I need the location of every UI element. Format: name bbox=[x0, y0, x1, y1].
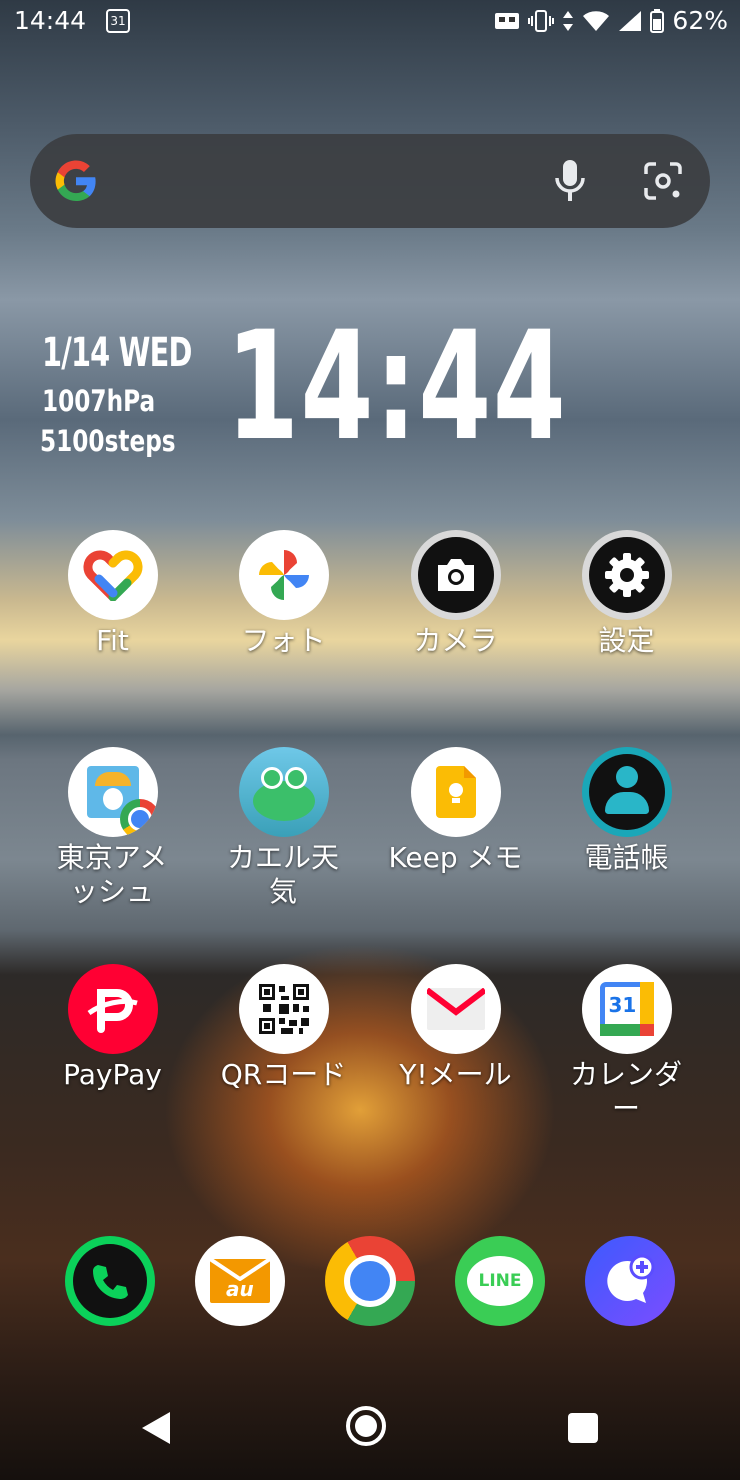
recents-button[interactable] bbox=[568, 1413, 598, 1443]
app-label: Keep メモ bbox=[388, 841, 523, 874]
widget-clock[interactable]: 14:44 bbox=[226, 312, 567, 462]
mic-icon[interactable] bbox=[548, 158, 592, 204]
app-kaeru-weather[interactable]: カエル天気 bbox=[198, 747, 369, 909]
app-label: Y!メール bbox=[399, 1058, 512, 1091]
keep-icon bbox=[410, 747, 501, 837]
cast-icon bbox=[495, 12, 520, 29]
calendar-icon: 31 bbox=[581, 964, 672, 1054]
app-label: フォト bbox=[241, 624, 326, 657]
widget-steps: 5100steps bbox=[40, 424, 176, 458]
app-label: QRコード bbox=[220, 1058, 347, 1091]
wifi-icon bbox=[583, 10, 610, 31]
app-contacts[interactable]: 電話帳 bbox=[541, 747, 712, 875]
home-button[interactable] bbox=[346, 1406, 386, 1446]
status-time: 14:44 bbox=[14, 6, 87, 35]
app-camera[interactable]: カメラ bbox=[370, 530, 541, 658]
app-label: PayPay bbox=[63, 1058, 162, 1091]
chrome-badge-icon bbox=[119, 799, 158, 837]
battery-percent: 62% bbox=[672, 6, 728, 35]
frog-icon bbox=[238, 747, 329, 837]
calendar-notification-icon: 31 bbox=[106, 9, 130, 33]
signal-icon bbox=[619, 10, 642, 31]
app-label: 電話帳 bbox=[584, 841, 669, 874]
app-tokyo-amesh[interactable]: 東京アメッシュ bbox=[27, 747, 198, 909]
paypay-icon bbox=[67, 964, 158, 1054]
status-icons: 62% bbox=[494, 6, 728, 35]
widget-pressure: 1007hPa bbox=[42, 384, 156, 418]
battery-icon bbox=[650, 8, 665, 33]
back-icon[interactable] bbox=[140, 1410, 174, 1446]
contacts-icon bbox=[581, 747, 672, 837]
qr-code-icon bbox=[238, 964, 329, 1054]
calendar-day: 31 bbox=[608, 993, 637, 1017]
dock-phone[interactable] bbox=[65, 1236, 155, 1326]
app-label: カメラ bbox=[413, 624, 498, 657]
app-label: Fit bbox=[96, 624, 129, 657]
app-label: カレンダー bbox=[569, 1058, 682, 1125]
photos-pinwheel-icon bbox=[238, 530, 329, 620]
google-logo-icon[interactable] bbox=[52, 157, 100, 205]
line-icon: LINE bbox=[467, 1256, 533, 1306]
widget-date: 1/14 WED bbox=[42, 330, 192, 376]
google-search-bar[interactable] bbox=[30, 134, 710, 228]
camera-icon bbox=[410, 530, 501, 620]
message-add-icon bbox=[607, 1254, 655, 1303]
fit-heart-icon bbox=[67, 530, 158, 620]
amesh-icon bbox=[67, 747, 158, 837]
app-keep[interactable]: Keep メモ bbox=[370, 747, 541, 875]
phone-icon bbox=[73, 1244, 147, 1318]
app-settings[interactable]: 設定 bbox=[541, 530, 712, 658]
dock-au-mail[interactable]: au bbox=[195, 1236, 285, 1326]
app-calendar[interactable]: 31 カレンダー bbox=[541, 964, 712, 1126]
dock-line[interactable]: LINE bbox=[455, 1236, 545, 1326]
data-arrows-icon bbox=[563, 10, 574, 31]
app-paypay[interactable]: PayPay bbox=[27, 964, 198, 1092]
au-mail-icon: au bbox=[210, 1259, 270, 1303]
chrome-icon bbox=[344, 1255, 396, 1307]
app-qr-code[interactable]: QRコード bbox=[198, 964, 369, 1092]
dock-chrome[interactable] bbox=[325, 1236, 415, 1326]
app-label: 東京アメッシュ bbox=[56, 841, 168, 908]
vibrate-icon bbox=[528, 9, 555, 32]
app-label: カエル天気 bbox=[226, 841, 339, 908]
dock-messages[interactable] bbox=[585, 1236, 675, 1326]
app-photos[interactable]: フォト bbox=[198, 530, 369, 658]
app-label: 設定 bbox=[598, 624, 655, 657]
gear-icon bbox=[581, 530, 672, 620]
app-fit[interactable]: Fit bbox=[27, 530, 198, 658]
app-y-mail[interactable]: Y!メール bbox=[370, 964, 541, 1092]
lens-icon[interactable] bbox=[640, 158, 686, 204]
mail-icon bbox=[410, 964, 501, 1054]
